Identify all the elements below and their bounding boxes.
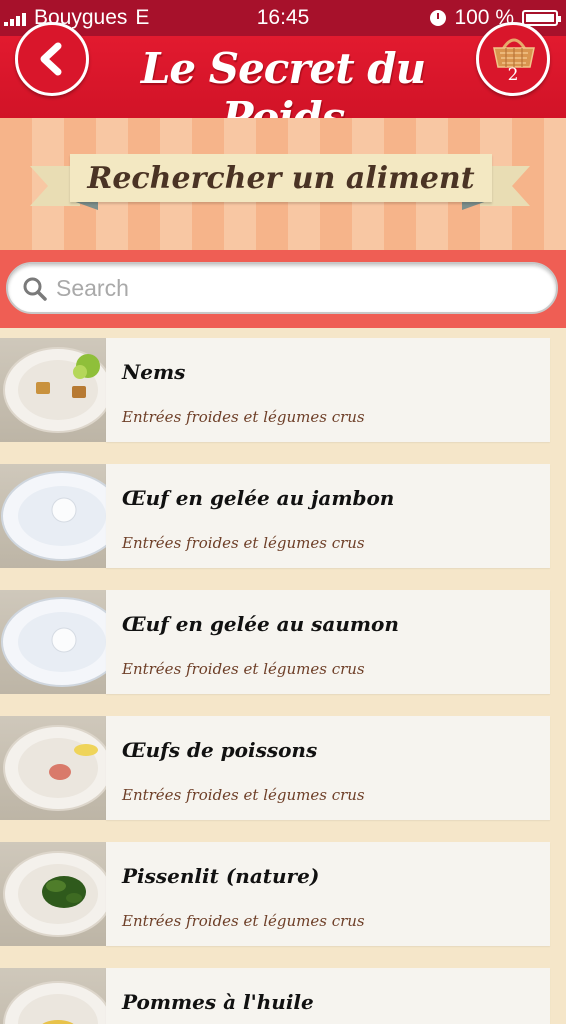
food-card[interactable]: Nems Entrées froides et légumes crus xyxy=(106,338,550,442)
list-item[interactable]: Œuf en gelée au saumon Entrées froides e… xyxy=(0,580,566,694)
food-thumbnail xyxy=(0,338,106,442)
search-area xyxy=(0,250,566,328)
food-name: Nems xyxy=(122,360,186,384)
food-card[interactable]: Œuf en gelée au jambon Entrées froides e… xyxy=(106,464,550,568)
food-card[interactable]: Pommes à l'huile xyxy=(106,968,550,1024)
food-category: Entrées froides et légumes crus xyxy=(122,660,365,678)
food-name: Œufs de poissons xyxy=(122,738,318,762)
food-thumbnail xyxy=(0,590,106,694)
food-card[interactable]: Pissenlit (nature) Entrées froides et lé… xyxy=(106,842,550,946)
status-bar: Bouygues E 16:45 100 % xyxy=(0,0,566,36)
basket-button[interactable]: 2 xyxy=(476,22,550,96)
food-list[interactable]: Nems Entrées froides et légumes crus Œuf… xyxy=(0,328,566,1024)
battery-icon xyxy=(522,10,561,26)
list-item[interactable]: Nems Entrées froides et légumes crus xyxy=(0,328,566,442)
food-name: Pommes à l'huile xyxy=(122,990,314,1014)
food-category: Entrées froides et légumes crus xyxy=(122,912,365,930)
food-thumbnail xyxy=(0,464,106,568)
food-category: Entrées froides et légumes crus xyxy=(122,408,365,426)
food-category: Entrées froides et légumes crus xyxy=(122,786,365,804)
list-item[interactable]: Œuf en gelée au jambon Entrées froides e… xyxy=(0,454,566,568)
section-title: Rechercher un aliment xyxy=(70,154,492,202)
list-item[interactable]: Pommes à l'huile xyxy=(0,958,566,1024)
chevron-left-icon xyxy=(40,42,62,76)
food-name: Pissenlit (nature) xyxy=(122,864,320,888)
food-name: Œuf en gelée au saumon xyxy=(122,612,399,636)
alarm-icon xyxy=(430,10,447,26)
food-thumbnail xyxy=(0,842,106,946)
food-name: Œuf en gelée au jambon xyxy=(122,486,395,510)
search-input[interactable] xyxy=(56,272,536,304)
food-thumbnail xyxy=(0,968,106,1024)
back-button[interactable] xyxy=(15,22,89,96)
food-card[interactable]: Œuf en gelée au saumon Entrées froides e… xyxy=(106,590,550,694)
search-field[interactable] xyxy=(6,262,558,314)
food-thumbnail xyxy=(0,716,106,820)
search-icon xyxy=(23,277,47,301)
banner-area: Rechercher un aliment xyxy=(0,118,566,250)
list-item[interactable]: Œufs de poissons Entrées froides et légu… xyxy=(0,706,566,820)
food-card[interactable]: Œufs de poissons Entrées froides et légu… xyxy=(106,716,550,820)
food-category: Entrées froides et légumes crus xyxy=(122,534,365,552)
list-item[interactable]: Pissenlit (nature) Entrées froides et lé… xyxy=(0,832,566,946)
basket-count: 2 xyxy=(507,65,519,85)
